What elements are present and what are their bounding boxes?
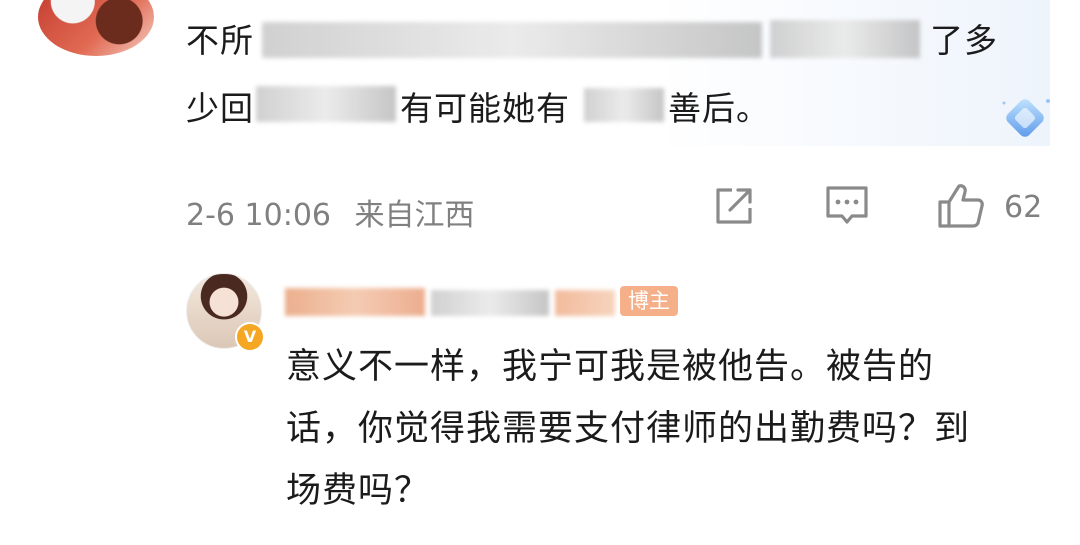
location: 来自江西 [354, 198, 475, 233]
comment-icon[interactable] [824, 184, 870, 228]
thumbs-up-icon[interactable] [936, 182, 986, 230]
redaction-blur [431, 290, 549, 316]
share-icon[interactable] [712, 184, 756, 228]
comment-meta: 2-6 10:06 来自江西 [186, 190, 475, 234]
verified-badge-icon: V [235, 322, 265, 352]
comment-text-line-2-mid: 有可能她有 [400, 89, 570, 128]
comment-text-line-1-tail: 了多 [930, 21, 998, 60]
redaction-blur [555, 290, 615, 316]
redaction-blur [262, 22, 762, 58]
redaction-blur [770, 20, 920, 58]
reply-text-line-3: 场费吗？ [286, 471, 431, 511]
author-name[interactable]: 博主 [285, 284, 680, 318]
comment-text-line-2-head: 少回 [186, 89, 254, 128]
reply-text-line-1: 意义不一样，我宁可我是被他告。被告的 [286, 347, 935, 387]
diamond-badge-icon [1002, 99, 1050, 137]
timestamp: 2-6 10:06 [186, 198, 331, 233]
like-count: 62 [1004, 190, 1043, 225]
comment-text-line-2-tail: 善后。 [668, 89, 770, 128]
comment-text-visible: 不所 [186, 21, 254, 60]
redaction-blur [256, 86, 396, 122]
redaction-blur [285, 288, 425, 316]
author-badge: 博主 [620, 286, 678, 316]
avatar[interactable] [38, 0, 154, 56]
reply-text-line-2: 话，你觉得我需要支付律师的出勤费吗？到 [286, 409, 971, 449]
redaction-blur [584, 88, 664, 122]
comment-text-line-1: 不所 [186, 14, 254, 62]
